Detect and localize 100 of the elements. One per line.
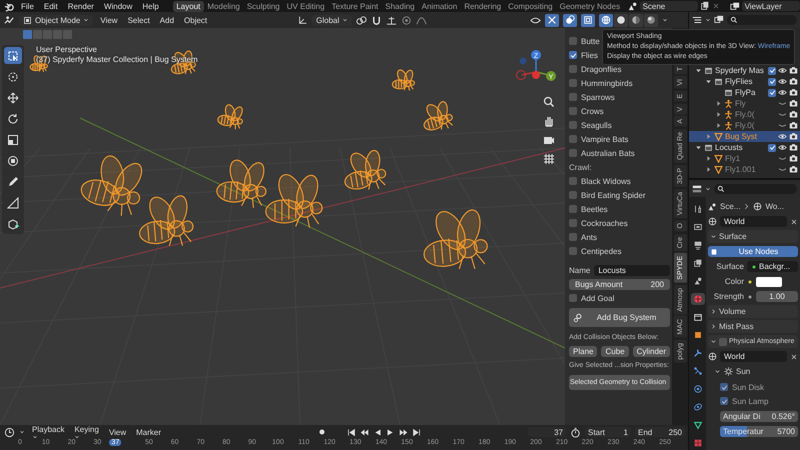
current-frame-field[interactable]: 37: [528, 427, 566, 437]
grid-icon[interactable]: [543, 153, 555, 165]
header-menu[interactable]: Object: [181, 16, 210, 24]
workspace-tab[interactable]: Shading: [382, 0, 418, 12]
tool-button[interactable]: [4, 47, 22, 64]
panel-header[interactable]: Mist Pass: [708, 320, 798, 333]
outliner-row[interactable]: Fly1.001: [689, 164, 800, 175]
snap-target-icon[interactable]: [386, 14, 398, 26]
outliner-row[interactable]: Fly: [689, 98, 800, 109]
checkbox[interactable]: [569, 121, 577, 129]
eye-icon[interactable]: [778, 77, 787, 86]
camera-icon[interactable]: [789, 143, 798, 152]
scene-field[interactable]: Scene: [640, 1, 698, 11]
checkbox[interactable]: [768, 144, 776, 152]
jump-start-icon[interactable]: [347, 428, 356, 436]
record-icon[interactable]: [317, 427, 328, 437]
checkbox[interactable]: [569, 149, 577, 157]
gizmo-toggle[interactable]: [545, 14, 559, 26]
properties-icon[interactable]: [692, 184, 702, 194]
camera-icon[interactable]: [789, 66, 798, 75]
proportional-edit-icon[interactable]: [401, 14, 412, 26]
panel-header[interactable]: Surface: [708, 230, 798, 243]
checkbox[interactable]: [569, 191, 577, 199]
header-menu[interactable]: Select: [124, 16, 153, 24]
checkbox[interactable]: [768, 66, 776, 74]
stopwatch-icon[interactable]: [570, 426, 581, 438]
name-field[interactable]: Locusts: [594, 264, 670, 276]
filter-icon[interactable]: [714, 15, 724, 25]
outliner-row[interactable]: Locusts: [689, 142, 800, 153]
menu-item[interactable]: Render: [64, 2, 98, 10]
checkbox[interactable]: [569, 294, 577, 302]
menu-item[interactable]: Window: [100, 2, 136, 10]
checkbox[interactable]: [720, 397, 728, 405]
workspace-tab[interactable]: Modeling: [204, 0, 244, 12]
outliner-row[interactable]: Fly.0(: [689, 109, 800, 120]
checkbox[interactable]: [569, 247, 577, 255]
workspace-tab[interactable]: Compositing: [504, 0, 556, 12]
camera-icon[interactable]: [789, 154, 798, 163]
keyframe-back-icon[interactable]: [360, 428, 370, 436]
play-reverse-icon[interactable]: [373, 428, 382, 436]
view-layer-field[interactable]: ViewLayer: [742, 1, 800, 11]
close-icon[interactable]: [790, 352, 798, 360]
search-field[interactable]: [714, 184, 797, 194]
magnet-icon[interactable]: [371, 14, 382, 26]
camera-icon[interactable]: [789, 165, 798, 174]
copy-icon[interactable]: [700, 1, 710, 11]
jump-end-icon[interactable]: [412, 428, 422, 436]
clock-icon[interactable]: [4, 426, 15, 438]
timeline-menu[interactable]: View: [106, 428, 130, 436]
checkbox[interactable]: [569, 135, 577, 143]
workspace-tab[interactable]: Layout: [172, 0, 204, 12]
end-frame-field[interactable]: End 250: [635, 427, 685, 437]
blender-logo-icon[interactable]: [4, 0, 15, 12]
use-nodes-button[interactable]: Use Nodes: [708, 246, 798, 257]
checkbox[interactable]: [569, 177, 577, 185]
keyframe-forward-icon[interactable]: [399, 428, 408, 436]
scene-icon[interactable]: [628, 1, 638, 11]
timeline-menu[interactable]: Keying: [71, 424, 102, 440]
workspace-tab[interactable]: Texture Paint: [328, 0, 382, 12]
globe-icon[interactable]: [708, 352, 717, 361]
orientation-icon[interactable]: [298, 15, 308, 25]
strength-field[interactable]: 1.00: [756, 291, 798, 302]
workspace-tab[interactable]: Sculpting: [243, 0, 284, 12]
eye-icon[interactable]: [778, 132, 787, 141]
checkbox[interactable]: [569, 51, 577, 59]
slider-field[interactable]: Angular Di 0.526°: [720, 411, 798, 422]
breadcrumb-item[interactable]: Wo...: [765, 202, 784, 211]
workspace-tab[interactable]: Animation: [418, 0, 461, 12]
overlays-toggle[interactable]: [563, 14, 577, 26]
editor-type-icon[interactable]: [4, 14, 15, 26]
world-field[interactable]: World: [720, 216, 787, 227]
color-swatch[interactable]: [756, 276, 782, 286]
checkbox[interactable]: [569, 107, 577, 115]
world-field[interactable]: World: [720, 351, 787, 362]
breadcrumb-item[interactable]: Sce...: [720, 202, 740, 211]
outliner-row[interactable]: Spyderfy Mas: [689, 65, 800, 76]
workspace-tab[interactable]: Geometry Nodes: [556, 0, 624, 12]
camera-icon[interactable]: [789, 88, 798, 97]
checkbox[interactable]: [569, 37, 577, 45]
view-layer-icon[interactable]: [730, 1, 740, 11]
checkbox[interactable]: [719, 338, 727, 346]
search-field[interactable]: [727, 15, 797, 25]
eye-icon[interactable]: [778, 88, 787, 97]
shading-button[interactable]: [614, 14, 628, 26]
xray-toggle[interactable]: [581, 14, 595, 26]
checkbox[interactable]: [768, 78, 776, 86]
checkbox[interactable]: [569, 205, 577, 213]
camera-icon[interactable]: [789, 121, 798, 130]
menu-item[interactable]: Help: [138, 2, 163, 10]
header-menu[interactable]: Add: [156, 16, 178, 24]
play-icon[interactable]: [386, 428, 396, 436]
surface-shader-field[interactable]: Backgr...: [747, 261, 798, 272]
timeline-menu[interactable]: Playback: [29, 424, 68, 440]
outliner-icon[interactable]: [692, 15, 702, 25]
mode-dropdown[interactable]: Object Mode: [19, 14, 94, 26]
workspace-tab[interactable]: UV Editing: [283, 0, 328, 12]
orientation-dropdown[interactable]: Global: [312, 14, 352, 26]
outliner-row[interactable]: Bug Syst: [689, 131, 800, 142]
close-icon[interactable]: [790, 218, 798, 226]
shading-button[interactable]: [644, 14, 658, 26]
